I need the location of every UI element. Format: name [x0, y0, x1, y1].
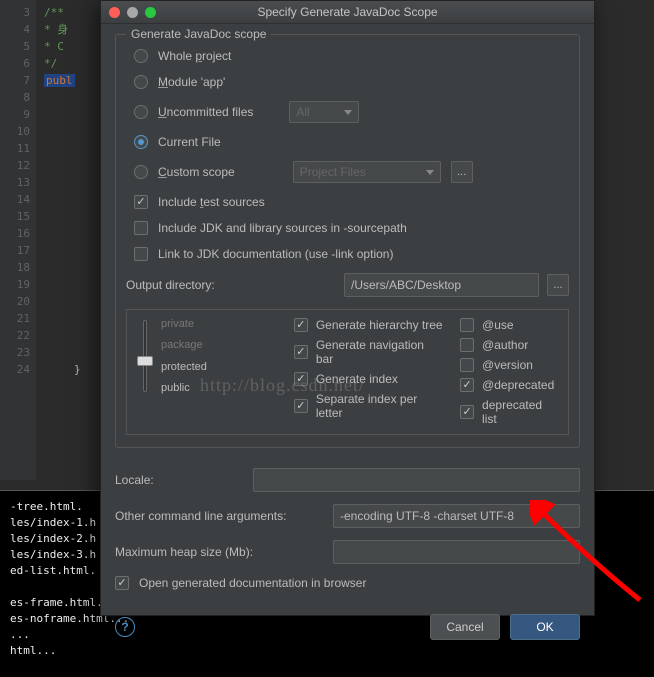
check-navbar[interactable]	[294, 345, 308, 359]
checkbox-icon[interactable]	[134, 221, 148, 235]
generate-options: Generate hierarchy tree Generate navigat…	[294, 318, 444, 426]
radio-icon[interactable]	[134, 75, 148, 89]
radio-icon[interactable]	[134, 49, 148, 63]
check-include-jdk[interactable]: Include JDK and library sources in -sour…	[126, 215, 569, 241]
dialog-title: Specify Generate JavaDoc Scope	[101, 5, 594, 19]
check-use[interactable]	[460, 318, 474, 332]
check-author[interactable]	[460, 338, 474, 352]
help-button[interactable]: ?	[115, 617, 135, 637]
javadoc-dialog: Specify Generate JavaDoc Scope Generate …	[100, 0, 595, 616]
changelist-dropdown[interactable]: All	[289, 101, 359, 123]
check-open-doc[interactable]	[115, 576, 129, 590]
radio-module[interactable]: Module 'app'	[126, 69, 569, 95]
scope-group: Generate JavaDoc scope Whole project Mod…	[115, 34, 580, 448]
check-sep-index[interactable]	[294, 399, 308, 413]
code-area: /** * 身 * C */ publ }	[36, 0, 81, 480]
check-include-test[interactable]: Include test sources	[126, 189, 569, 215]
titlebar[interactable]: Specify Generate JavaDoc Scope	[101, 1, 594, 24]
line-gutter: 3456789101112131415161718192021222324	[0, 0, 36, 480]
group-title: Generate JavaDoc scope	[126, 27, 271, 41]
radio-uncommitted[interactable]: Uncommitted files All	[126, 95, 569, 129]
scope-dropdown[interactable]: Project Files	[293, 161, 441, 183]
radio-icon[interactable]	[134, 135, 148, 149]
check-link-jdk[interactable]: Link to JDK documentation (use -link opt…	[126, 241, 569, 267]
radio-icon[interactable]	[134, 105, 148, 119]
slider-thumb-icon[interactable]	[137, 356, 153, 366]
checkbox-icon[interactable]	[134, 247, 148, 261]
check-deprecated[interactable]	[460, 378, 474, 392]
check-index[interactable]	[294, 372, 308, 386]
radio-whole-project[interactable]: Whole project	[126, 43, 569, 69]
radio-icon[interactable]	[134, 165, 148, 179]
locale-input[interactable]	[253, 468, 580, 492]
output-dir-label: Output directory:	[126, 278, 336, 292]
radio-custom-scope[interactable]: Custom scope Project Files ...	[126, 155, 569, 189]
options-box: private package protected public Generat…	[126, 309, 569, 435]
ok-button[interactable]: OK	[510, 614, 580, 640]
locale-label: Locale:	[115, 473, 245, 487]
output-browse-button[interactable]: ...	[547, 274, 569, 296]
checkbox-icon[interactable]	[134, 195, 148, 209]
cancel-button[interactable]: Cancel	[430, 614, 500, 640]
heap-label: Maximum heap size (Mb):	[115, 545, 325, 559]
tag-options: @use @author @version @deprecated deprec…	[460, 318, 558, 426]
output-dir-input[interactable]: /Users/ABC/Desktop	[344, 273, 539, 297]
check-deprecated-list[interactable]	[460, 405, 474, 419]
check-version[interactable]	[460, 358, 474, 372]
other-args-input[interactable]: -encoding UTF-8 -charset UTF-8	[333, 504, 580, 528]
other-args-label: Other command line arguments:	[115, 509, 325, 523]
heap-input[interactable]	[333, 540, 580, 564]
visibility-slider[interactable]: private package protected public	[137, 318, 284, 426]
radio-current-file[interactable]: Current File	[126, 129, 569, 155]
scope-ellipsis-button[interactable]: ...	[451, 161, 473, 183]
check-hierarchy[interactable]	[294, 318, 308, 332]
